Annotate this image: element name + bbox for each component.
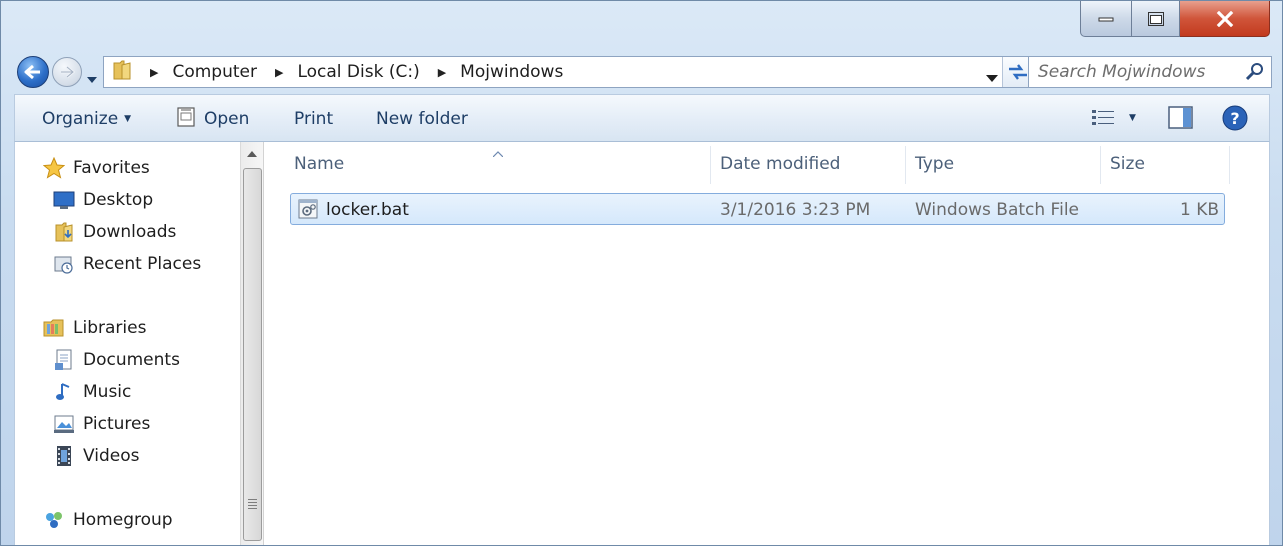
svg-text:?: ? [1230,109,1239,128]
tree-item-homegroup[interactable]: Homegroup [43,508,173,532]
organize-label: Organize [42,109,119,129]
chevron-up-icon [247,151,257,157]
tree-item-label: Documents [83,350,180,370]
tree-item-downloads[interactable]: Downloads [53,220,176,244]
folder-icon [112,59,132,86]
column-header-type[interactable]: Type [915,154,954,174]
column-divider[interactable] [710,146,711,184]
search-placeholder: Search Mojwindows [1038,62,1206,82]
tree-item-documents[interactable]: Documents [53,348,180,372]
recent-pages-button[interactable] [87,68,97,88]
forward-button[interactable] [52,57,82,87]
column-header-row: Name Date modified Type Size [267,142,1269,186]
breadcrumb-arrow[interactable]: ▶ [150,66,158,79]
breadcrumb-computer[interactable]: Computer [172,62,257,82]
chevron-down-icon [986,75,998,82]
sort-ascending-icon [492,142,504,162]
column-divider[interactable] [905,146,906,184]
tree-item-music[interactable]: Music [53,380,131,404]
open-icon[interactable] [176,106,196,133]
print-button[interactable]: Print [294,109,333,129]
back-arrow-icon [24,64,40,80]
address-bar[interactable]: ▶ Computer ▶ Local Disk (C:) ▶ Mojwindow… [103,56,1033,88]
tree-item-label: Downloads [83,222,177,242]
videos-icon [53,445,75,467]
organize-button[interactable]: Organize ▼ [42,109,131,129]
breadcrumb-local-disk[interactable]: Local Disk (C:) [297,62,419,82]
breadcrumb-arrow[interactable]: ▶ [275,66,283,79]
forward-arrow-icon [61,65,75,79]
views-dropdown-button[interactable]: ▼ [1129,113,1136,123]
refresh-icon [1008,64,1027,80]
file-row-locker-bat[interactable]: locker.bat 3/1/2016 3:23 PM Windows Batc… [290,193,1225,225]
tree-item-desktop[interactable]: Desktop [53,188,153,212]
open-button[interactable]: Open [204,109,249,129]
explorer-window: ▶ Computer ▶ Local Disk (C:) ▶ Mojwindow… [0,0,1283,546]
recent-places-icon [53,253,75,275]
tree-item-label: Pictures [83,414,151,434]
caption-buttons [1080,1,1270,38]
libraries-icon [43,317,65,339]
scroll-thumb[interactable] [243,168,262,541]
breadcrumb-mojwindows[interactable]: Mojwindows [460,62,563,82]
column-header-size[interactable]: Size [1110,154,1145,174]
minimize-icon [1098,17,1114,21]
downloads-folder-icon [53,221,75,243]
close-button[interactable] [1180,1,1270,37]
content-area: Favorites Desktop Downloads Recent Place… [14,142,1270,545]
file-type: Windows Batch File [915,200,1080,220]
music-icon [53,381,75,403]
tree-item-favorites[interactable]: Favorites [43,156,150,180]
column-divider[interactable] [1229,146,1230,184]
navigation-pane-scrollbar[interactable] [240,142,264,545]
tree-item-label: Recent Places [83,254,202,274]
file-list-pane: Name Date modified Type Size locker.bat … [267,142,1269,545]
tree-item-libraries[interactable]: Libraries [43,316,146,340]
pictures-icon [53,413,75,435]
search-icon[interactable] [1245,62,1265,87]
tree-item-label: Videos [83,446,140,466]
close-icon [1216,10,1233,27]
tree-item-label: Music [83,382,132,402]
back-button[interactable] [17,56,49,88]
column-header-date-modified[interactable]: Date modified [720,154,840,174]
scroll-up-button[interactable] [241,142,263,166]
desktop-icon [53,189,75,211]
search-input[interactable]: Search Mojwindows [1028,56,1272,88]
tree-item-label: Desktop [83,190,154,210]
file-size: 1 KB [1179,200,1219,220]
column-header-name[interactable]: Name [294,154,344,174]
change-view-icon[interactable] [1092,109,1116,132]
minimize-button[interactable] [1080,1,1132,37]
command-bar: Organize ▼ Open Print New folder ▼ ? [14,94,1270,142]
maximize-icon [1147,11,1164,26]
address-dropdown-button[interactable] [986,67,998,87]
scroll-grip [248,499,257,511]
tree-item-pictures[interactable]: Pictures [53,412,150,436]
documents-icon [53,349,75,371]
help-icon[interactable]: ? [1222,105,1248,136]
tree-item-videos[interactable]: Videos [53,444,140,468]
breadcrumb-arrow[interactable]: ▶ [438,66,446,79]
maximize-button[interactable] [1132,1,1180,37]
preview-pane-icon[interactable] [1168,106,1194,135]
batch-file-icon [297,198,319,225]
file-name: locker.bat [326,200,409,220]
navigation-pane: Favorites Desktop Downloads Recent Place… [15,142,240,545]
chevron-down-icon: ▼ [124,114,132,124]
star-icon [43,157,65,179]
tree-item-label: Homegroup [73,510,173,530]
homegroup-icon [43,509,65,531]
column-divider[interactable] [1100,146,1101,184]
navigation-bar: ▶ Computer ▶ Local Disk (C:) ▶ Mojwindow… [15,53,1272,91]
file-date-modified: 3/1/2016 3:23 PM [720,200,871,220]
new-folder-button[interactable]: New folder [376,109,468,129]
tree-item-label: Favorites [73,158,150,178]
tree-item-label: Libraries [73,318,147,338]
chevron-down-icon [87,77,97,83]
tree-item-recent-places[interactable]: Recent Places [53,252,201,276]
